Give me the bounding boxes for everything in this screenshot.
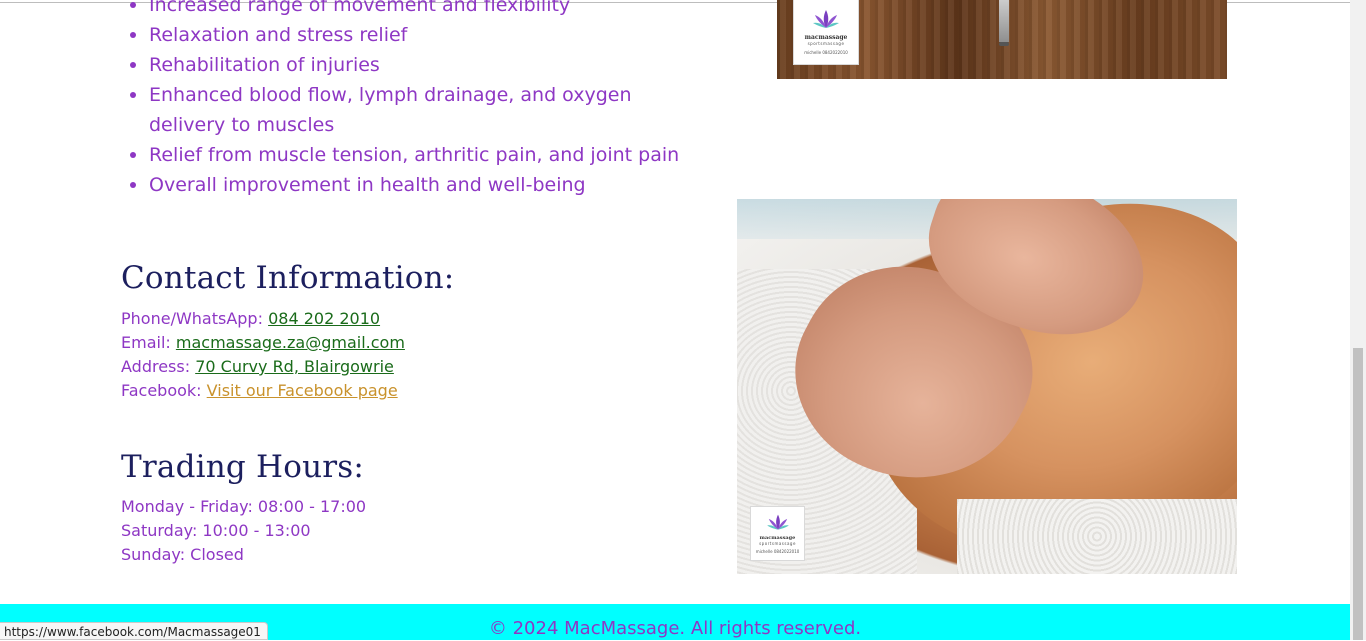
trading-hours-heading: Trading Hours: [121,449,365,485]
link-status-bar: https://www.facebook.com/Macmassage01 [0,622,268,640]
logo-brand: macmassage [804,34,848,41]
facebook-link[interactable]: Visit our Facebook page [207,381,398,400]
contact-heading: Contact Information: [121,260,455,296]
table-leg [999,0,1009,42]
facebook-row: Facebook: Visit our Facebook page [121,379,405,403]
page-content: Increased range of movement and flexibil… [0,0,1350,640]
contact-details: Phone/WhatsApp: 084 202 2010 Email: macm… [121,307,405,403]
lotus-icon [766,514,789,530]
hours-sunday: Sunday: Closed [121,545,244,564]
macmassage-logo: macmassage sportsmassage michelle 084202… [750,506,805,561]
table-leg-foot [999,42,1009,46]
list-item: Overall improvement in health and well-b… [130,170,689,200]
hours-saturday: Saturday: 10:00 - 13:00 [121,521,311,540]
email-label: Email: [121,333,171,352]
massage-room-photo: macmassage sportsmassage michelle 084202… [777,0,1227,79]
macmassage-logo: macmassage sportsmassage michelle 084202… [793,0,859,65]
list-item: Enhanced blood flow, lymph drainage, and… [130,80,689,140]
list-item: Increased range of movement and flexibil… [130,0,689,20]
benefits-list: Increased range of movement and flexibil… [121,0,689,200]
list-item: Relief from muscle tension, arthritic pa… [130,140,689,170]
list-item: Rehabilitation of injuries [130,50,689,80]
logo-sub: sportsmassage [807,41,845,46]
towel-bottom [957,499,1237,574]
facebook-label: Facebook: [121,381,202,400]
logo-contact: michelle 0842022010 [755,549,800,554]
email-row: Email: macmassage.za@gmail.com [121,331,405,355]
phone-row: Phone/WhatsApp: 084 202 2010 [121,307,405,331]
logo-sub: sportsmassage [759,541,796,546]
email-link[interactable]: macmassage.za@gmail.com [176,333,405,352]
phone-link[interactable]: 084 202 2010 [268,309,380,328]
address-link[interactable]: 70 Curvy Rd, Blairgowrie [195,357,394,376]
massage-photo: macmassage sportsmassage michelle 084202… [737,199,1237,574]
trading-hours: Monday - Friday: 08:00 - 17:00 Saturday:… [121,495,366,567]
address-row: Address: 70 Curvy Rd, Blairgowrie [121,355,405,379]
scrollbar-thumb[interactable] [1353,348,1363,640]
hours-weekday: Monday - Friday: 08:00 - 17:00 [121,497,367,516]
phone-label: Phone/WhatsApp: [121,309,263,328]
logo-contact: michelle 0842022010 [804,50,848,55]
list-item: Relaxation and stress relief [130,20,689,50]
address-label: Address: [121,357,191,376]
vertical-scrollbar[interactable] [1350,0,1366,640]
lotus-icon [813,10,839,28]
